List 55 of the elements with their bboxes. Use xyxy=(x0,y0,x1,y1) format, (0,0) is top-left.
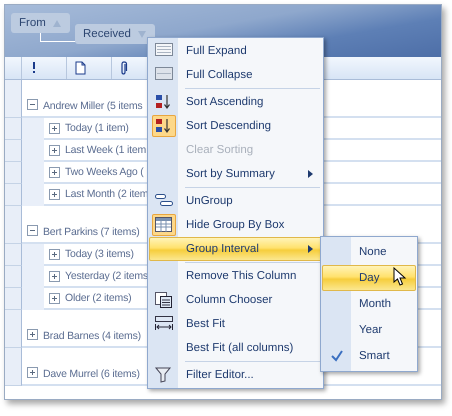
group-by-field[interactable]: From xyxy=(11,13,70,33)
group-by-field[interactable]: Received xyxy=(75,24,155,44)
menu-item[interactable]: Filter Editor... xyxy=(149,363,322,387)
expand-icon[interactable] xyxy=(49,292,60,304)
collapse-icon[interactable] xyxy=(27,99,38,110)
menu-item[interactable]: Day xyxy=(322,265,416,291)
row-indicator xyxy=(5,266,22,288)
row-indicator xyxy=(5,140,22,162)
group-label: Bert Parkins (7 items) xyxy=(43,226,140,238)
menu-item[interactable]: Column Chooser xyxy=(149,288,322,312)
column-chooser-icon xyxy=(155,292,173,308)
group-label: Two Weeks Ago ( xyxy=(65,166,144,178)
expand-icon[interactable] xyxy=(49,122,60,134)
indent-area xyxy=(22,118,44,140)
menu-item[interactable]: Best Fit xyxy=(149,312,322,336)
filter-icon xyxy=(155,367,173,383)
menu-item[interactable]: Best Fit (all columns) xyxy=(149,336,322,360)
group-label: Brad Barnes (4 items) xyxy=(43,330,141,342)
menu-item[interactable]: Hide Group By Box xyxy=(149,213,322,237)
group-label: Today (3 items) xyxy=(65,248,134,260)
indent-area xyxy=(22,244,44,266)
sort-ascending-icon xyxy=(155,94,173,110)
mouse-pointer-icon xyxy=(393,267,407,287)
best-fit-icon xyxy=(155,316,173,332)
menu-item[interactable]: Sort Ascending xyxy=(149,90,322,114)
row-indicator xyxy=(5,348,22,386)
table-icon xyxy=(155,67,173,83)
exclamation-icon xyxy=(30,61,38,75)
menu-item[interactable]: Year xyxy=(322,317,416,343)
document-icon xyxy=(75,61,86,75)
menu-item[interactable]: Remove This Column xyxy=(149,264,322,288)
menu-item[interactable]: Month xyxy=(322,291,416,317)
group-label: Older (2 items) xyxy=(65,292,132,304)
row-indicator xyxy=(5,162,22,184)
menu-item[interactable]: Smart xyxy=(322,343,416,369)
ungroup-icon xyxy=(155,193,173,209)
list-icon xyxy=(155,43,173,59)
group-label: Yesterday (2 items xyxy=(65,270,148,282)
indent-area xyxy=(22,184,44,206)
group-label: Last Week (1 item xyxy=(65,144,146,156)
menu-item[interactable]: Sort by Summary xyxy=(149,162,322,186)
indent-area xyxy=(22,288,44,310)
expand-icon[interactable] xyxy=(49,166,60,178)
expand-icon[interactable] xyxy=(49,188,60,200)
expand-icon[interactable] xyxy=(49,144,60,156)
expand-icon[interactable] xyxy=(27,367,38,378)
expand-icon[interactable] xyxy=(49,248,60,260)
group-label: Andrew Miller (5 items xyxy=(43,100,142,112)
collapse-icon[interactable] xyxy=(27,225,38,236)
group-label: Today (1 item) xyxy=(65,122,129,134)
group-label: Dave Murrel (6 items) xyxy=(43,368,140,380)
paperclip-icon xyxy=(120,61,128,75)
expand-icon[interactable] xyxy=(49,270,60,282)
expand-icon[interactable] xyxy=(27,329,38,340)
menu-item[interactable]: Group Interval xyxy=(149,237,322,261)
